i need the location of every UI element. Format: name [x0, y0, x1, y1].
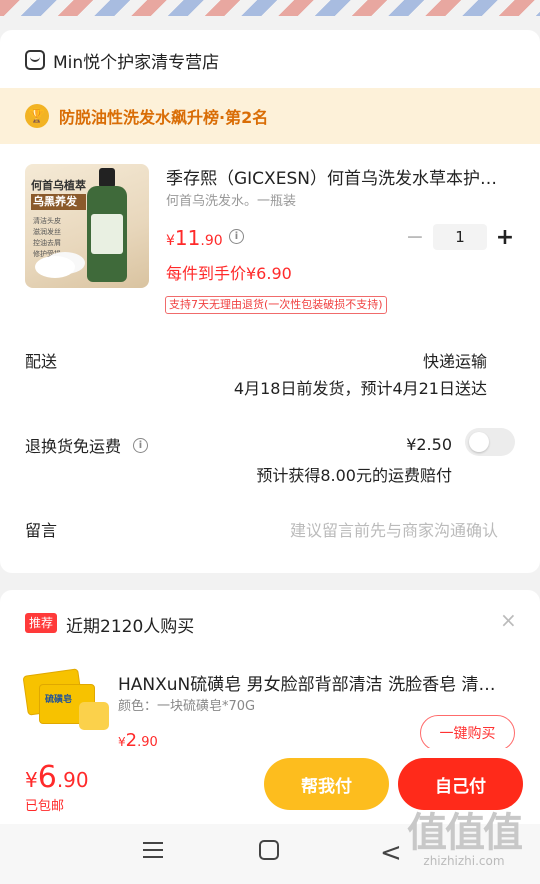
product-sku[interactable]: 何首乌洗发水。一瓶装 [166, 190, 296, 209]
help-pay-button[interactable]: 帮我付 [264, 758, 389, 810]
product-price: ¥ 11 .90 [166, 226, 223, 250]
product-image-subtitle: 乌黑养发 [31, 194, 86, 210]
recommend-item-spec: 颜色：一块硫磺皂*70G [118, 699, 256, 714]
store-header[interactable]: Min悦个护家清专营店 [25, 47, 219, 73]
shipping-note: 已包邮 [25, 799, 65, 814]
price-symbol: ¥ [166, 233, 175, 249]
watermark: 值值值 zhizhizhi.com [398, 800, 530, 868]
order-card: Min悦个护家清专营店 🏆 防脱油性洗发水飙升榜·第2名 何首乌植萃 乌黑养发 … [0, 30, 540, 573]
memo-label: 留言 [25, 521, 58, 540]
rank-text: 防脱油性洗发水飙升榜·第2名 [59, 108, 269, 127]
delivery-method[interactable]: 快递运输 [423, 348, 487, 372]
memo-input[interactable]: 建议留言前先与商家沟通确认 [290, 517, 498, 541]
recommend-item-image[interactable]: 硫磺皂 [22, 668, 109, 732]
recommend-badge: 推荐 [25, 613, 58, 633]
bottle-label-shape [91, 214, 123, 254]
recommend-item-name[interactable]: HANXuN硫磺皂 男女脸部背部清洁 洗脸香皂 清… [118, 670, 516, 695]
soap-box-label: 硫磺皂 [45, 695, 73, 705]
recommend-card: 推荐 近期2120人购买 × 硫磺皂 HANXuN硫磺皂 男女脸部背部清洁 洗脸… [0, 590, 540, 760]
bottle-pump-shape [99, 168, 115, 188]
foam-shape [35, 256, 75, 278]
soap-bar-shape [79, 702, 109, 730]
return-insurance-info-icon[interactable]: i [133, 437, 149, 453]
store-name[interactable]: Min悦个护家清专营店 [53, 48, 219, 73]
close-icon[interactable]: × [500, 608, 517, 632]
total-price: ¥ 6 .90 [25, 760, 89, 795]
product-image[interactable]: 何首乌植萃 乌黑养发 清洁头皮 滋润发丝 控油去屑 修护受损 [25, 164, 149, 288]
total-symbol: ¥ [25, 768, 38, 792]
return-insurance-label: 退换货免运费 [25, 437, 122, 456]
decrease-quantity-button[interactable]: − [403, 225, 427, 250]
store-icon [25, 50, 45, 70]
price-symbol: ¥ [118, 735, 126, 749]
return-policy-tag: 支持7天无理由退货(一次性包装破损不支持) [165, 296, 387, 314]
price-info-icon[interactable]: i [229, 229, 244, 244]
return-insurance-row: 退换货免运费 i [25, 433, 149, 457]
delivery-schedule: 4月18日前发货，预计4月21日送达 [233, 379, 487, 398]
product-image-bullets: 清洁头皮 滋润发丝 控油去屑 修护受损 [33, 217, 61, 258]
per-item-price: 每件到手价¥6.90 [166, 264, 292, 283]
price-decimal: .90 [200, 233, 223, 249]
one-click-buy-button[interactable]: 一键购买 [420, 715, 515, 751]
total-decimal: .90 [56, 768, 89, 792]
product-title[interactable]: 季存熙（GICXESN）何首乌洗发水草本护… [166, 164, 516, 189]
quantity-value[interactable]: 1 [433, 224, 487, 250]
delivery-label: 配送 [25, 352, 58, 371]
quantity-stepper: − 1 + [403, 224, 517, 250]
product-image-title: 何首乌植萃 [31, 179, 86, 192]
airmail-stripe-decoration [0, 0, 540, 16]
total-integer: 6 [37, 760, 57, 795]
recommend-title: 近期2120人购买 [66, 617, 195, 637]
home-icon[interactable] [259, 840, 279, 860]
trophy-icon: 🏆 [25, 104, 49, 128]
watermark-logo: 值值值 [407, 810, 523, 856]
price-integer: 11 [174, 226, 201, 250]
increase-quantity-button[interactable]: + [493, 225, 517, 250]
menu-icon[interactable] [143, 842, 163, 863]
return-insurance-price: ¥2.50 [406, 435, 452, 454]
return-insurance-toggle[interactable] [465, 428, 515, 456]
rank-banner[interactable]: 🏆 防脱油性洗发水飙升榜·第2名 [0, 88, 540, 144]
return-insurance-note: 预计获得8.00元的运费赔付 [256, 466, 452, 485]
